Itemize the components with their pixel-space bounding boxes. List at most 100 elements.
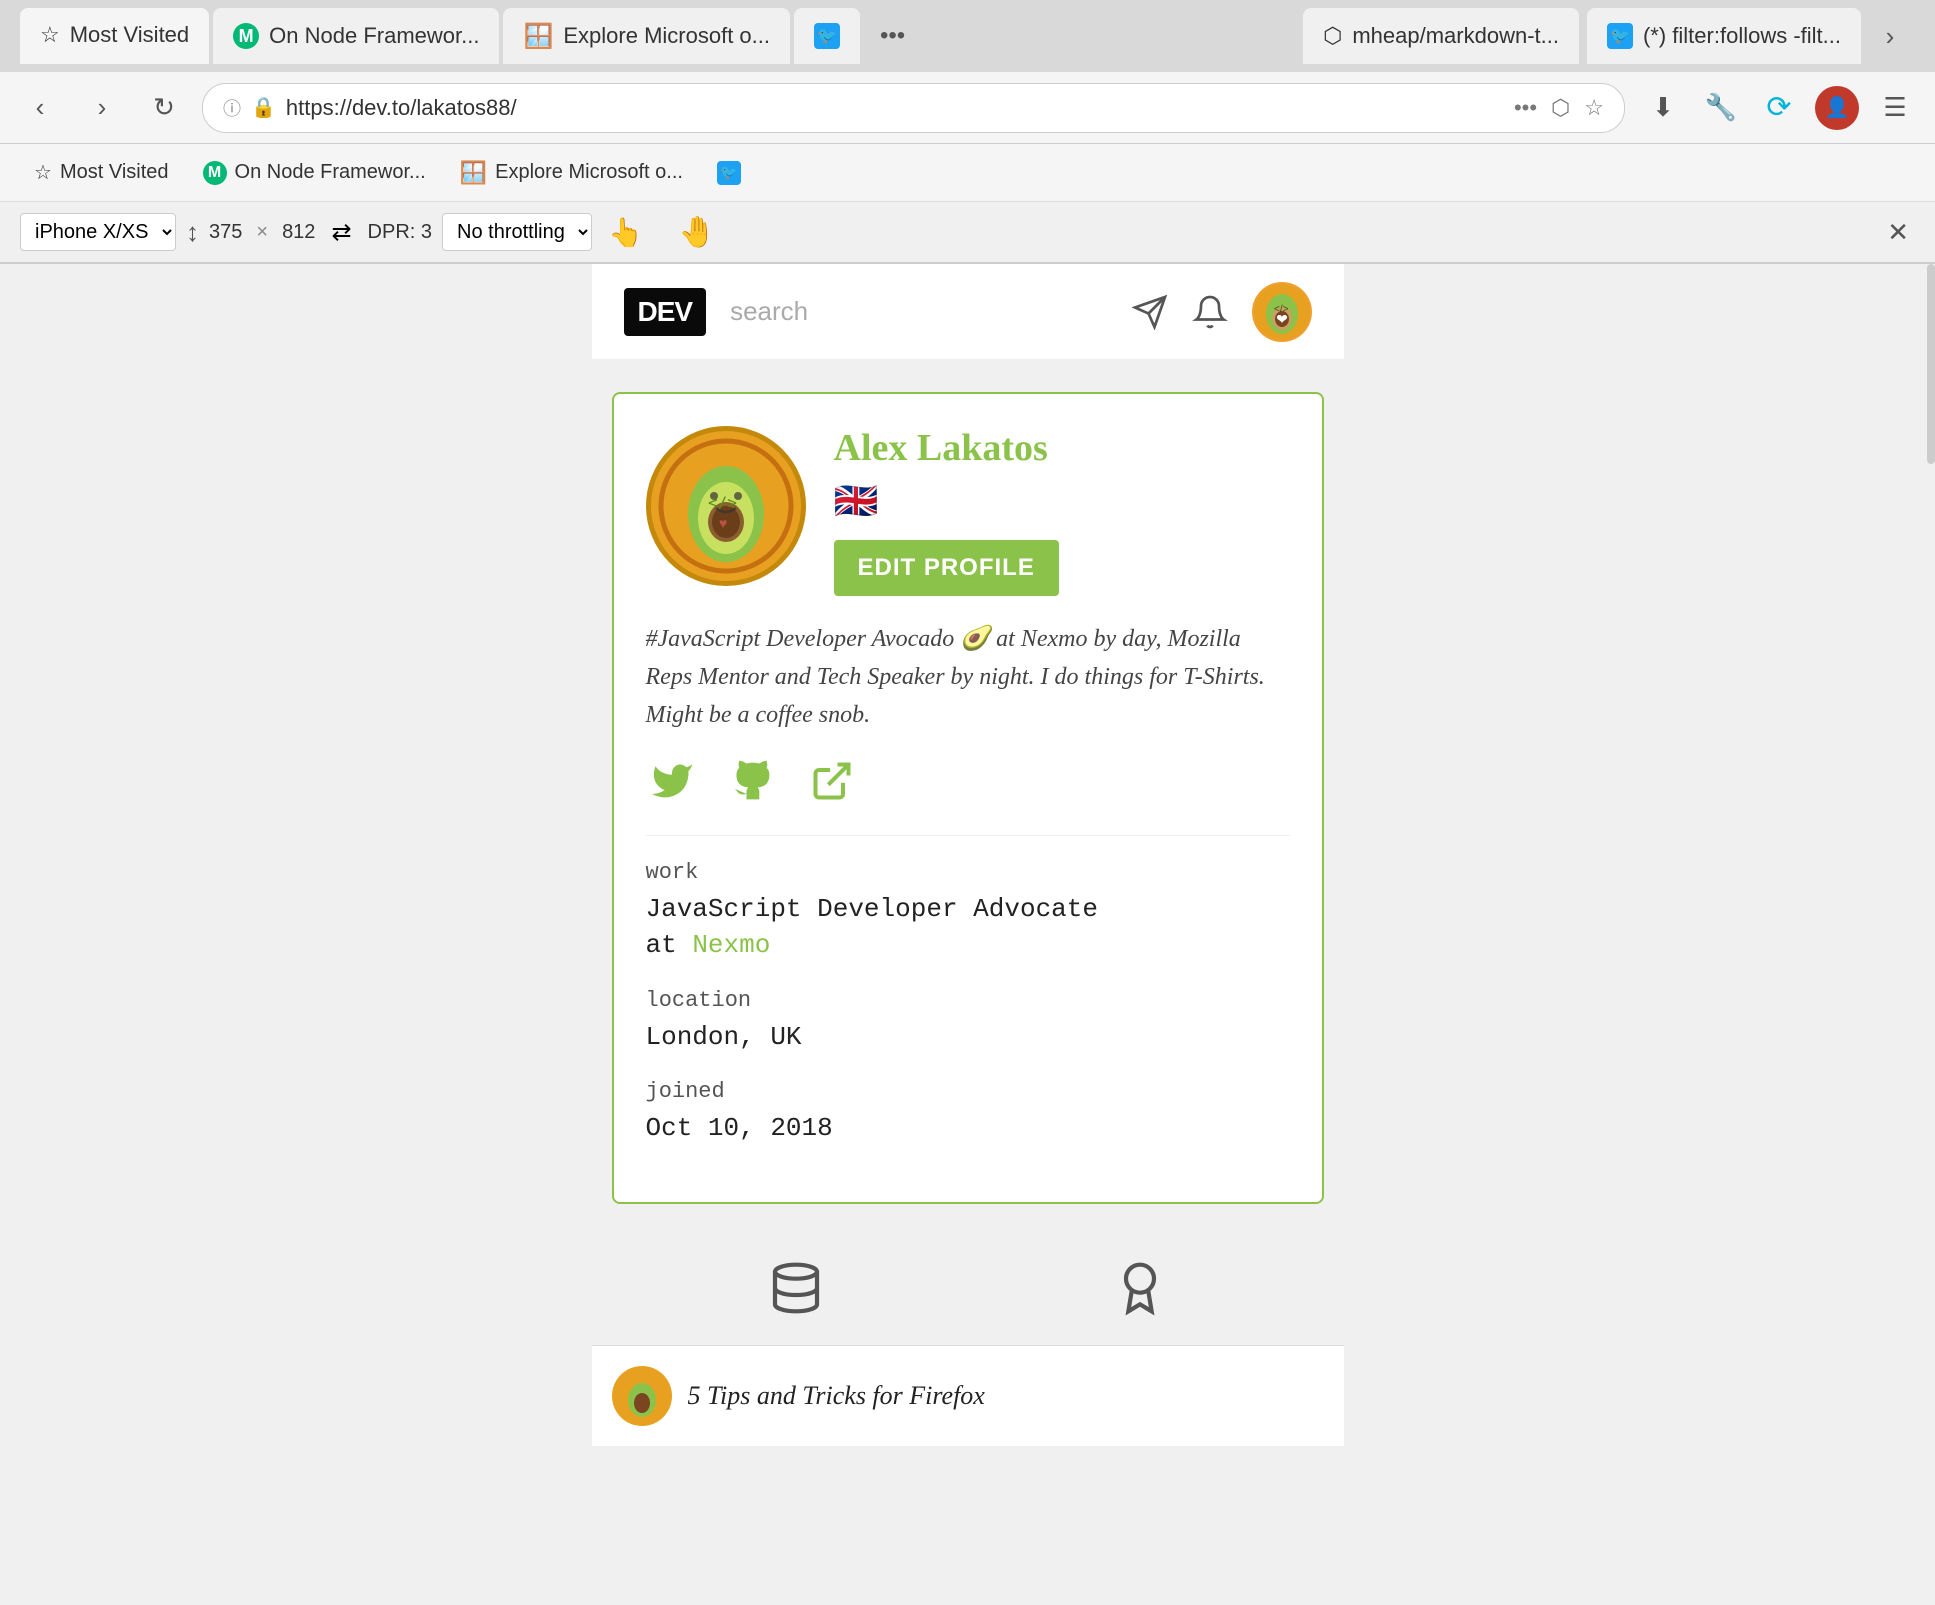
tab-favicon-medium: M [233, 23, 259, 49]
tab-most-visited[interactable]: ☆ Most Visited [20, 8, 209, 64]
bookmark-label-medium: On Node Framewor... [235, 161, 426, 184]
article-title[interactable]: 5 Tips and Tricks for Firefox [688, 1381, 985, 1411]
tab-overflow-arrow[interactable]: › [1865, 11, 1915, 61]
tab-favicon-star: ☆ [40, 22, 60, 48]
bookmark-label-microsoft: Explore Microsoft o... [495, 161, 683, 184]
bookmark-microsoft[interactable]: 🪟 Explore Microsoft o... [446, 152, 697, 194]
svg-text:</>: </> [1274, 304, 1289, 315]
url-bar[interactable]: ⓘ 🔒 https://dev.to/lakatos88/ ••• ⬡ ☆ [202, 83, 1625, 133]
badges-icon[interactable] [1112, 1260, 1168, 1321]
device-select[interactable]: iPhone X/XS [20, 213, 176, 251]
tab-label-medium: On Node Framewor... [269, 23, 479, 49]
tab-favicon-twitter-1: 🐦 [814, 23, 840, 49]
profile-button[interactable]: 👤 [1813, 84, 1861, 132]
address-bar: ‹ › ↻ ⓘ 🔒 https://dev.to/lakatos88/ ••• … [0, 72, 1935, 144]
tab-bar: ☆ Most Visited M On Node Framewor... 🪟 E… [0, 0, 1935, 72]
profile-name: Alex Lakatos [834, 426, 1290, 472]
bottom-icons-row [592, 1236, 1344, 1345]
profile-details: work JavaScript Developer Advocate at Ne… [646, 835, 1290, 1147]
avatar-image: ❤ </> [1254, 284, 1310, 340]
tab-github[interactable]: ⬡ mheap/markdown-t... [1303, 8, 1579, 64]
profile-bio: #JavaScript Developer Avocado 🥑 at Nexmo… [646, 620, 1290, 735]
lock-icon: 🔒 [251, 95, 276, 120]
profile-avatar-image: ♥ </> [656, 436, 796, 576]
dev-navbar: DEV search [592, 264, 1344, 360]
tab-favicon-github: ⬡ [1323, 23, 1342, 49]
tab-label-twitter-2: (*) filter:follows -filt... [1643, 23, 1841, 49]
bell-icon[interactable] [1192, 294, 1228, 330]
content-area: DEV search [0, 264, 1935, 1464]
cursor-position-indicator: ↕ [186, 217, 199, 248]
edit-profile-button[interactable]: EDIT PROFILE [834, 540, 1059, 596]
bookmarks-bar: ☆ Most Visited M On Node Framewor... 🪟 E… [0, 144, 1935, 202]
dpr-value: DPR: 3 [368, 221, 432, 244]
work-at: at [646, 930, 677, 960]
twitter-social-icon[interactable] [650, 759, 694, 803]
tab-label-microsoft: Explore Microsoft o... [563, 23, 770, 49]
profile-card: ♥ </> Alex Lakatos 🇬🇧 EDIT [612, 392, 1324, 1204]
tab-overflow-dots[interactable]: ••• [864, 22, 921, 50]
browser-chrome: ☆ Most Visited M On Node Framewor... 🪟 E… [0, 0, 1935, 264]
search-placeholder-text[interactable]: search [730, 296, 1107, 327]
bookmark-favicon-medium: M [203, 161, 227, 185]
star-icon[interactable]: ☆ [1584, 95, 1604, 121]
external-link-social-icon[interactable] [810, 759, 854, 803]
work-value: JavaScript Developer Advocate at Nexmo [646, 891, 1290, 964]
article-avatar-image [616, 1370, 668, 1422]
tab-favicon-microsoft: 🪟 [523, 22, 553, 51]
tab-label-most-visited: Most Visited [70, 22, 189, 48]
devtools-close-button[interactable]: ✕ [1881, 211, 1915, 254]
pocket-icon[interactable]: ⬡ [1551, 95, 1570, 121]
github-social-icon[interactable] [730, 759, 774, 803]
svg-text:♥: ♥ [719, 515, 727, 531]
rotate-icon[interactable]: ⇄ [325, 212, 357, 253]
forward-button[interactable]: › [78, 84, 126, 132]
dimension-separator: × [256, 221, 268, 244]
sync-button[interactable]: ⟳ [1755, 84, 1803, 132]
article-preview: 5 Tips and Tricks for Firefox [592, 1345, 1344, 1446]
tab-label-github: mheap/markdown-t... [1352, 23, 1559, 49]
menu-button[interactable]: ☰ [1871, 84, 1919, 132]
url-bar-icons: ••• ⬡ ☆ [1514, 95, 1604, 121]
work-company-link[interactable]: Nexmo [692, 930, 770, 960]
user-avatar[interactable]: ❤ </> [1252, 282, 1312, 342]
url-text: https://dev.to/lakatos88/ [286, 95, 1504, 121]
bookmark-favicon-twitter: 🐦 [717, 161, 741, 185]
throttle-select[interactable]: No throttling [442, 213, 592, 251]
joined-label: joined [646, 1079, 1290, 1104]
profile-social [646, 759, 1290, 803]
send-icon[interactable] [1132, 294, 1168, 330]
tools-button[interactable]: 🔧 [1697, 84, 1745, 132]
url-more-icon[interactable]: ••• [1514, 95, 1537, 121]
download-button[interactable]: ⬇ [1639, 84, 1687, 132]
article-thumb [612, 1366, 672, 1426]
profile-header: ♥ </> Alex Lakatos 🇬🇧 EDIT [646, 426, 1290, 596]
back-button[interactable]: ‹ [16, 84, 64, 132]
scrollbar[interactable] [1927, 264, 1935, 464]
reload-button[interactable]: ↻ [140, 84, 188, 132]
profile-info: Alex Lakatos 🇬🇧 EDIT PROFILE [834, 426, 1290, 596]
viewport-width: 375 [209, 221, 242, 244]
bookmark-favicon-star: ☆ [34, 160, 52, 185]
tab-medium[interactable]: M On Node Framewor... [213, 8, 499, 64]
profile-avatar-wrap: ♥ </> [646, 426, 806, 586]
bookmark-label-most-visited: Most Visited [60, 161, 169, 184]
dev-nav-icons: ❤ </> [1132, 282, 1312, 342]
tab-twitter-1[interactable]: 🐦 [794, 8, 860, 64]
joined-value: Oct 10, 2018 [646, 1110, 1290, 1146]
bookmark-twitter[interactable]: 🐦 [703, 153, 755, 193]
tab-favicon-twitter-2: 🐦 [1607, 23, 1633, 49]
work-label: work [646, 860, 1290, 885]
tab-twitter-2[interactable]: 🐦 (*) filter:follows -filt... [1587, 8, 1861, 64]
viewport-height: 812 [282, 221, 315, 244]
tab-microsoft[interactable]: 🪟 Explore Microsoft o... [503, 8, 790, 64]
posts-icon[interactable] [768, 1260, 824, 1321]
work-title: JavaScript Developer Advocate [646, 894, 1098, 924]
bookmark-most-visited[interactable]: ☆ Most Visited [20, 152, 183, 193]
tab-right-group: ⬡ mheap/markdown-t... 🐦 (*) filter:follo… [1303, 8, 1861, 64]
profile-avatar: ♥ </> [646, 426, 806, 586]
bookmark-medium[interactable]: M On Node Framewor... [189, 153, 440, 193]
dev-logo[interactable]: DEV [624, 288, 707, 336]
touch-icon[interactable]: 👆 [602, 210, 649, 255]
info-icon: ⓘ [223, 95, 241, 121]
